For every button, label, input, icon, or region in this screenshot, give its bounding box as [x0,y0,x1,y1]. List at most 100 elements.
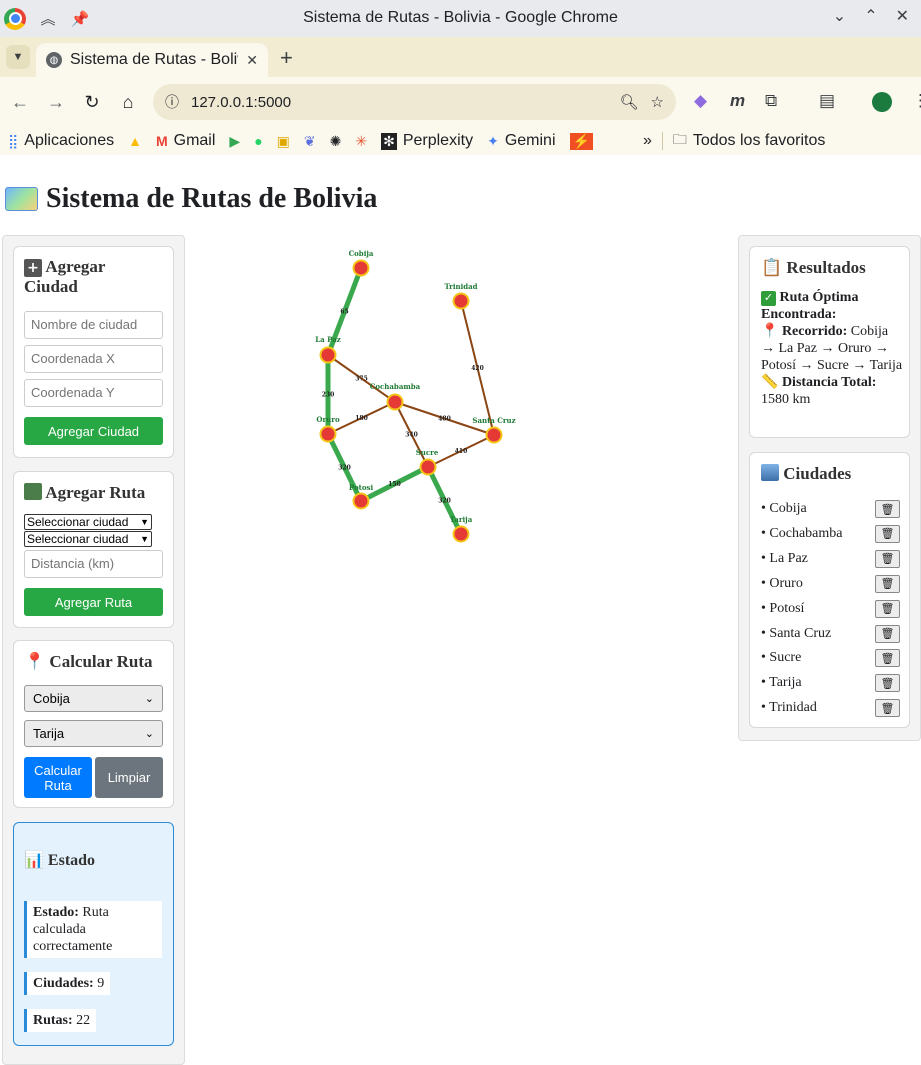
bookmark-star-icon[interactable]: ☆ [651,93,664,111]
delete-city-button[interactable]: 🗑 [875,500,900,518]
city-name: • Tarija [761,675,802,691]
reading-list-icon[interactable]: ▤ [819,91,835,111]
bird-icon[interactable]: ❦ [304,133,316,150]
status-estado-box: Estado: Ruta calculada correctamente [24,901,162,958]
cities-count-value: 9 [97,976,105,991]
cities-count-label: Ciudades: [33,976,94,991]
delete-city-button[interactable]: 🗑 [875,624,900,643]
close-tab-icon[interactable]: ✕ [246,52,258,69]
edge-distance-label: 410 [455,448,468,455]
delete-city-button[interactable]: 🗑 [875,549,900,568]
whatsapp-icon[interactable]: ● [254,133,262,149]
calc-route-card: 📍 Calcular Ruta Cobija ⌄ Tarija ⌄ Calcul… [13,640,174,808]
tab-title: Sistema de Rutas - Bolivia [70,51,238,68]
classroom-icon[interactable]: ▣ [277,133,290,150]
address-bar[interactable]: ⓘ 127.0.0.1:5000 🔍︎ ☆ [153,84,676,120]
home-icon[interactable]: ⌂ [110,92,146,113]
drive-icon[interactable]: ▲ [128,133,142,149]
puzzle-icon[interactable]: ⧉ [765,91,777,111]
city-node-label: Santa Cruz [472,416,515,425]
delete-city-button[interactable]: 🗑 [875,599,900,618]
tab-search-button[interactable]: ▼ [6,45,30,69]
delete-city-button[interactable]: 🗑 [875,524,900,543]
profile-avatar[interactable] [872,92,892,112]
route-found-line: ✓ Ruta Óptima Encontrada: [761,289,903,323]
meet-icon[interactable]: ▶ [229,133,240,150]
bookmark-apps[interactable]: ⣿ Aplicaciones [8,132,114,150]
calculate-route-button[interactable]: Calcular Ruta [24,757,92,798]
city-name: • Santa Cruz [761,625,832,641]
pin-icon[interactable]: 📌 [70,10,90,28]
city-node [352,492,370,510]
destination-select[interactable]: Tarija ⌄ [24,720,163,747]
more-bookmarks-icon[interactable]: » [643,132,652,150]
all-bookmarks-folder[interactable]: 🗀 Todos los favoritos [673,129,826,153]
edge-distance-label: 420 [471,365,484,372]
left-sidebar: + Agregar Ciudad Nombre de ciudad Coorde… [2,235,185,1065]
chrome-logo-icon[interactable] [4,7,26,30]
delete-city-button[interactable]: 🗑 [875,699,900,718]
route-distance-value: 1580 km [761,392,811,407]
chevron-down-icon: ▼ [140,517,149,527]
route-to-value: Seleccionar ciudad [27,532,129,546]
delete-city-button[interactable]: 🗑 [875,649,900,668]
extension-icon[interactable]: ◆ [694,91,707,111]
add-city-button[interactable]: Agregar Ciudad [24,417,163,445]
add-route-heading: Agregar Ruta [24,483,145,503]
cities-heading: Ciudades [761,464,851,484]
active-tab[interactable]: ◍ Sistema de Rutas - Bolivia ✕ [36,43,268,77]
bookmark-gmail[interactable]: M Gmail [156,132,215,150]
maximize-icon[interactable]: ⌃ [864,6,877,26]
route-graph[interactable]: 65 230 320 150 320 375 180 480 340 420 410 Cobija T… [290,240,530,550]
city-node-label: La Paz [315,335,341,344]
city-list-item: • Potosí 🗑 [761,599,900,619]
edge-distance-label: 480 [438,416,451,423]
back-icon[interactable]: ← [2,92,38,113]
zoom-icon[interactable]: 🔍︎ [620,93,639,111]
delete-city-button[interactable]: 🗑 [875,574,900,593]
route-found-label: Ruta Óptima Encontrada: [761,290,859,322]
bookmark-perplexity[interactable]: ✻ Perplexity [381,132,473,150]
minimize-icon[interactable]: ⌄ [833,6,846,26]
city-name: • Trinidad [761,700,817,716]
city-node-label: Potosi [349,483,374,492]
openai-icon[interactable]: ✺ [330,133,342,150]
coord-x-input[interactable]: Coordenada X [24,345,163,373]
bookmark-gemini[interactable]: ✦ Gemini [487,132,555,150]
site-info-icon[interactable]: ⓘ [165,92,179,112]
claude-icon[interactable]: ✳ [355,133,367,150]
right-sidebar: 📋 Resultados ✓ Ruta Óptima Encontrada: 📍… [738,235,921,741]
close-window-icon[interactable]: ✕ [896,6,909,26]
delete-city-button[interactable]: 🗑 [875,674,900,693]
city-node-label: Cochabamba [370,382,421,391]
clear-button[interactable]: Limpiar [95,757,163,798]
city-list-item: • Cochabamba 🗑 [761,524,900,544]
chevron-down-icon: ▼ [12,51,24,63]
origin-select[interactable]: Cobija ⌄ [24,685,163,712]
globe-icon: ◍ [46,52,62,68]
results-heading: 📋 Resultados [761,258,866,278]
more-menu-icon[interactable]: ⋮ [912,91,921,111]
bookmark-label: Perplexity [402,132,474,149]
add-route-button[interactable]: Agregar Ruta [24,588,163,616]
coord-y-input[interactable]: Coordenada Y [24,379,163,407]
forward-icon[interactable]: → [38,92,74,113]
results-card: 📋 Resultados ✓ Ruta Óptima Encontrada: 📍… [749,246,910,438]
cities-card: Ciudades • Cobija 🗑 • Cochabamba 🗑 • La Paz 🗑… [749,452,910,728]
chevron-double-up-icon[interactable]: ︽ [38,8,58,29]
city-name-input[interactable]: Nombre de ciudad [24,311,163,339]
url-text[interactable]: 127.0.0.1:5000 [191,94,608,111]
route-path-label: Recorrido: [781,324,848,339]
route-from-select[interactable]: Seleccionar ciudad ▼ [24,514,152,530]
bolt-icon[interactable]: ⚡ [569,132,593,150]
route-distance-line: 📏 Distancia Total: 1580 km [761,374,903,408]
m-extension-icon[interactable]: m [730,91,745,111]
route-to-select[interactable]: Seleccionar ciudad ▼ [24,531,152,547]
city-node [485,426,503,444]
city-name: • Cochabamba [761,525,843,541]
city-node [452,292,470,310]
reload-icon[interactable]: ↻ [74,92,110,113]
distance-input[interactable]: Distancia (km) [24,550,163,578]
city-node [319,425,337,443]
new-tab-button[interactable]: + [280,45,293,71]
